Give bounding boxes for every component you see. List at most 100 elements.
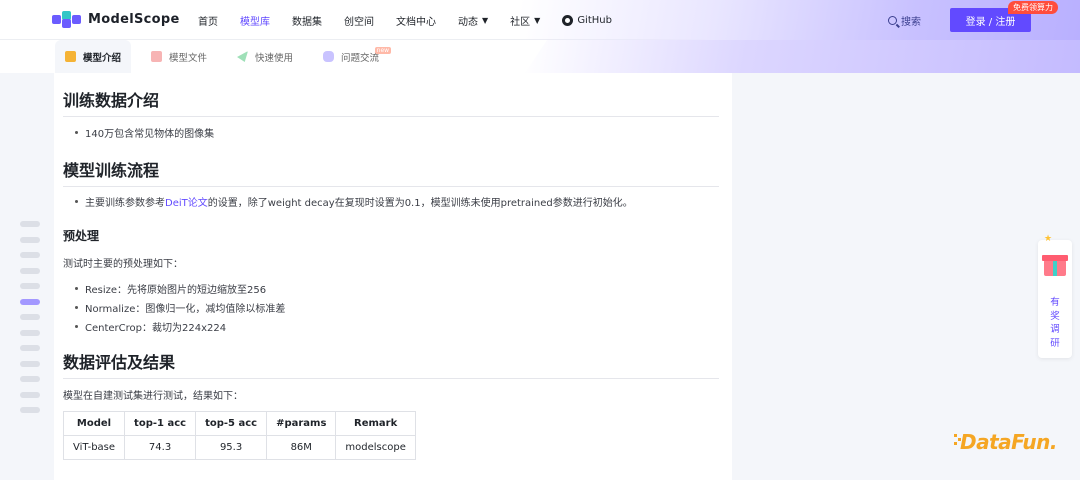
text-fragment: 的设置，除了weight decay在复现时设置为0.1，模型训练未使用pret… [207,198,633,209]
list-item-text: 主要训练参数参考DeiT论文的设置，除了weight decay在复现时设置为0… [85,194,633,209]
top-navbar: ModelScope 首页 模型库 数据集 创空间 文档中心 动态 ▼ 社区 ▼ G… [0,0,1080,40]
nav-github[interactable]: GitHub [562,14,612,26]
gift-icon [1044,260,1066,276]
nav-news-label: 动态 [458,16,478,28]
modelscope-logo-icon [52,11,82,28]
deit-paper-link[interactable]: DeiT论文 [165,198,208,209]
brand-logo[interactable]: ModelScope [52,11,180,28]
table-cell: modelscope [335,435,416,460]
nav-community[interactable]: 社区 ▼ [510,13,540,28]
survey-float-button[interactable]: ★ 有奖调研 [1038,234,1072,358]
subsection-title-preprocess: 预处理 [63,229,100,243]
tab-model-intro-label: 模型介绍 [83,52,122,64]
search-label: 搜索 [901,17,921,28]
toc-pill[interactable] [20,376,40,382]
datafun-watermark: DataFun. [960,430,1057,454]
tab-model-files-label: 模型文件 [169,52,208,64]
toc-pill[interactable] [20,314,40,320]
caret-down-icon: ▼ [534,15,541,25]
nav-datasets-label: 数据集 [292,16,322,28]
section-title-training-data: 训练数据介绍 [63,87,719,117]
file-icon [151,51,163,62]
toc-pill[interactable] [20,407,40,413]
search-icon [888,16,897,25]
nav-docs[interactable]: 文档中心 [396,13,436,28]
chat-icon [323,51,335,62]
bullet-dot [75,325,78,328]
list-item: 140万包含常见物体的图像集 [63,125,214,140]
text-fragment: 主要训练参数参考 [85,198,165,209]
toc-pill[interactable] [20,267,40,274]
toc-pill[interactable] [20,221,40,227]
github-icon [562,14,574,26]
nav-docs-label: 文档中心 [396,16,436,28]
tab-discussion-label: 问题交流 [341,52,380,64]
tab-discussion[interactable]: 问题交流 new [313,40,392,73]
nav-community-label: 社区 [510,16,531,28]
nav-studios[interactable]: 创空间 [344,13,374,28]
nav-datasets[interactable]: 数据集 [292,13,322,28]
survey-label-char: 有 [1050,297,1060,308]
table-cell: 95.3 [195,435,268,460]
nav-home-label: 首页 [198,16,218,28]
bullet-dot [75,131,78,134]
nav-models[interactable]: 模型库 [240,13,270,28]
star-icon: ★ [1044,234,1053,244]
column-header: Remark [335,411,416,436]
nav-studios-label: 创空间 [344,16,374,28]
list-item-text: Normalize：图像归一化，减均值除以标准差 [85,304,286,315]
column-header: #params [266,411,337,436]
toc-pill[interactable] [20,360,40,367]
toc-pill[interactable] [20,298,40,305]
new-tag: new [374,47,392,54]
list-item-text: 140万包含常见物体的图像集 [85,129,215,140]
gift-lid [1042,255,1068,261]
section-title-evaluation: 数据评估及结果 [63,349,719,379]
list-item: CenterCrop：裁切为224x224 [63,319,226,334]
list-item: Resize：先将原始图片的短边缩放至256 [63,281,266,296]
table-header-row: Model top-1 acc top-5 acc #params Remark [62,411,416,436]
toc-pill[interactable] [20,283,40,289]
survey-label-char: 研 [1050,337,1060,349]
paragraph: 测试时主要的预处理如下： [63,259,183,270]
section-title-training-process: 模型训练流程 [63,157,719,187]
bullet-dot [75,287,78,290]
list-item: Normalize：图像归一化，减均值除以标准差 [63,300,285,315]
main-nav: 首页 模型库 数据集 创空间 文档中心 动态 ▼ 社区 ▼ GitHub [198,0,634,40]
nav-home[interactable]: 首页 [198,13,218,28]
tab-model-intro[interactable]: 模型介绍 [55,40,132,73]
tab-list: 模型介绍 模型文件 快速使用 问题交流 new [55,40,399,73]
nav-github-label: GitHub [577,14,612,26]
paragraph: 模型在自建测试集进行测试，结果如下： [63,391,243,402]
toc-pill[interactable] [20,391,40,398]
table-row: ViT-base 74.3 95.3 86M modelscope [62,435,416,460]
tab-quick-start[interactable]: 快速使用 [227,40,303,73]
list-item: 主要训练参数参考DeiT论文的设置，除了weight decay在复现时设置为0… [63,194,633,209]
table-cell: 74.3 [124,435,197,460]
list-item-text: Resize：先将原始图片的短边缩放至256 [85,285,267,296]
search-button[interactable]: 搜索 [888,13,921,28]
cube-icon [65,51,76,62]
survey-label-char: 奖 [1050,310,1060,322]
toc-pill[interactable] [20,236,40,243]
tabbar-gradient [525,40,1080,73]
bullet-dot [75,306,78,309]
toc-navigator [20,221,42,423]
paper-plane-icon [237,51,249,62]
column-header: top-1 acc [124,411,197,436]
toc-pill[interactable] [20,329,40,336]
free-compute-badge[interactable]: 免费领算力 [1008,1,1058,14]
column-header: Model [62,411,126,436]
results-table: Model top-1 acc top-5 acc #params Remark… [62,411,416,460]
brand-name: ModelScope [88,11,180,27]
table-cell: 86M [266,435,337,460]
list-item-text: CenterCrop：裁切为224x224 [85,323,227,334]
toc-pill[interactable] [20,252,40,258]
tab-model-files[interactable]: 模型文件 [141,40,217,73]
toc-pill[interactable] [20,345,40,351]
nav-models-label: 模型库 [240,16,270,28]
survey-label-char: 调 [1050,324,1060,335]
model-readme: 训练数据介绍 140万包含常见物体的图像集 模型训练流程 主要训练参数参考Dei… [54,73,732,480]
bullet-dot [75,200,78,203]
nav-news[interactable]: 动态 ▼ [458,13,488,28]
